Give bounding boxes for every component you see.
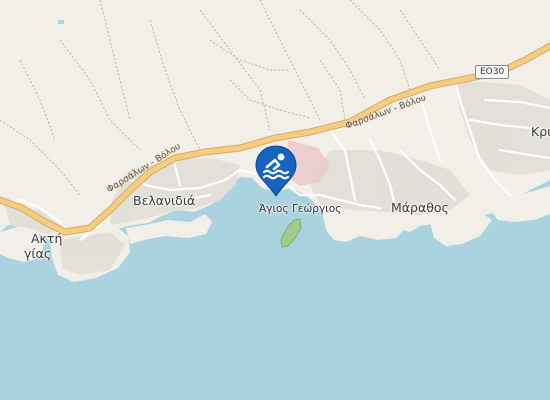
map-canvas[interactable]	[0, 0, 550, 400]
place-label-akti-line1: Ακτή	[31, 231, 63, 246]
pond	[58, 20, 64, 24]
swimming-beach-icon[interactable]	[254, 145, 298, 197]
place-label-akti-line2: γίας	[24, 246, 52, 261]
road-shield-eo30: ΕΟ30	[475, 65, 510, 79]
place-label-kri: Κρι	[531, 124, 550, 139]
place-label-marathos: Μάραθος	[391, 200, 449, 215]
place-label-agios-georgios: Άγιος Γεώργιος	[259, 203, 342, 215]
place-label-velanidia: Βελανιδιά	[133, 193, 196, 208]
